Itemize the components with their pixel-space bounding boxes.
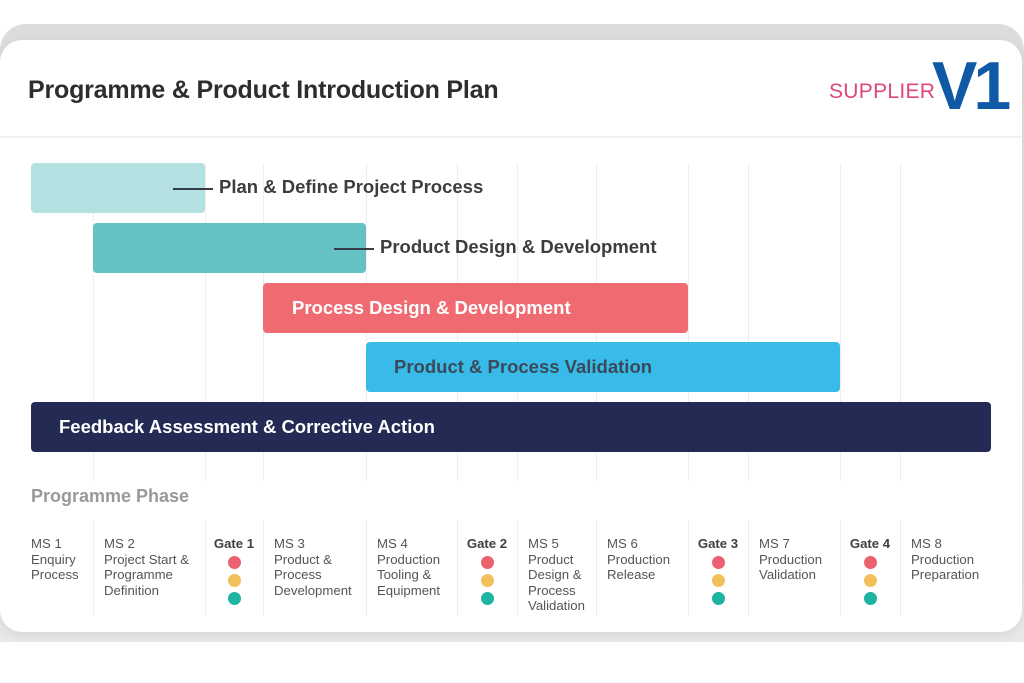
milestone-desc-line: Production [911, 551, 975, 567]
phase-divider [366, 520, 367, 616]
milestone-id: MS 5 [528, 536, 559, 551]
gantt-bar-label: Product & Process Validation [394, 356, 653, 377]
milestone-desc-line: Production [759, 551, 823, 567]
page-title: Programme & Product Introduction Plan [28, 76, 499, 104]
status-dot-green-icon [480, 592, 494, 605]
gate-gate-1: Gate 1 [205, 536, 263, 605]
label-leader-line [334, 248, 374, 250]
milestone-desc-line: Project Start & [104, 551, 190, 567]
gantt-bar-label: Plan & Define Project Process [219, 176, 484, 197]
gate-gate-4: Gate 4 [840, 536, 900, 605]
status-dot-green-icon [711, 592, 725, 605]
milestone-desc-line: Production [377, 551, 441, 567]
phase-divider [596, 520, 597, 616]
status-dot-red-icon [863, 556, 877, 569]
milestone-id: MS 7 [759, 536, 790, 551]
phase-divider [517, 520, 518, 616]
gantt-bar-label: Process Design & Development [292, 297, 571, 318]
gantt-bar-product-and-process-validation[interactable]: Product & Process Validation [366, 342, 840, 392]
milestone-desc-line: Development [274, 582, 352, 598]
milestone-desc-line: Product [528, 551, 574, 567]
milestone-id: MS 4 [377, 536, 408, 551]
milestone-desc-line: Validation [759, 567, 816, 582]
status-dot-amber-icon [711, 574, 725, 587]
milestone-desc-line: Preparation [911, 567, 980, 582]
status-dot-amber-icon [480, 574, 494, 587]
gantt-bar-label: Product Design & Development [380, 236, 657, 257]
status-dot-green-icon [863, 592, 877, 605]
milestone-desc-line: Definition [104, 582, 159, 598]
milestone-desc-line: Production [607, 551, 671, 567]
milestone-desc-line: Equipment [377, 582, 441, 598]
milestone-desc-line: Process [528, 582, 576, 598]
milestone-ms-6: MS 6 Production Release [607, 536, 670, 583]
gate-gate-3: Gate 3 [688, 536, 748, 605]
label-leader-line [173, 188, 213, 190]
status-dot-red-icon [711, 556, 725, 569]
brand-supplier-text: SUPPLIER [829, 80, 936, 103]
milestone-desc-line: Process [31, 567, 79, 582]
plan-card: Programme & Product Introduction Plan SU… [0, 40, 1022, 632]
gate-label: Gate 3 [697, 536, 739, 551]
milestone-desc-line: Release [607, 567, 656, 582]
milestone-id: MS 2 [104, 536, 135, 551]
gantt-bar-label: Feedback Assessment & Corrective Action [59, 416, 435, 437]
milestone-id: MS 6 [607, 536, 638, 551]
programme-phase-title: Programme Phase [31, 486, 190, 506]
milestone-ms-2: MS 2 Project Start & Programme Definition [104, 536, 189, 598]
milestone-desc-line: Tooling & [377, 567, 432, 582]
gate-label: Gate 4 [849, 536, 891, 551]
phase-divider [263, 520, 264, 616]
gate-label: Gate 2 [466, 536, 508, 551]
status-dot-amber-icon [863, 574, 877, 587]
milestone-desc-line: Validation [528, 598, 585, 613]
gate-label: Gate 1 [213, 536, 255, 551]
milestone-id: MS 1 [31, 536, 62, 551]
milestone-desc-line: Design & [528, 567, 582, 582]
phase-divider [748, 520, 749, 616]
status-dot-red-icon [227, 556, 241, 569]
card-header: Programme & Product Introduction Plan SU… [0, 40, 1022, 138]
status-dot-green-icon [227, 592, 241, 605]
milestone-desc-line: Product & [274, 551, 332, 567]
gantt-bar-process-design-and-development[interactable]: Process Design & Development [263, 283, 688, 333]
gate-gate-2: Gate 2 [457, 536, 517, 605]
gantt-bar-feedback-assessment-and-corrective-action[interactable]: Feedback Assessment & Corrective Action [31, 402, 991, 452]
milestone-id: MS 8 [911, 536, 942, 551]
milestone-ms-3: MS 3 Product & Process Development [274, 536, 352, 598]
milestone-desc-line: Process [274, 567, 322, 582]
status-dot-red-icon [480, 556, 494, 569]
milestone-ms-5: MS 5 Product Design & Process Validation [528, 536, 585, 614]
milestone-ms-4: MS 4 Production Tooling & Equipment [377, 536, 440, 598]
milestone-id: MS 3 [274, 536, 305, 551]
milestone-ms-1: MS 1 Enquiry Process [31, 536, 79, 583]
milestone-desc-line: Enquiry [31, 551, 76, 567]
phase-divider [900, 520, 901, 616]
status-dot-amber-icon [227, 574, 241, 587]
brand-logo-mark: V1 [932, 48, 1011, 124]
gantt-bar-product-design-and-development[interactable] [93, 223, 366, 273]
milestone-desc-line: Programme [104, 567, 173, 582]
phase-divider [93, 520, 94, 616]
milestone-ms-7: MS 7 Production Validation [759, 536, 822, 583]
milestone-ms-8: MS 8 Production Preparation [911, 536, 979, 583]
